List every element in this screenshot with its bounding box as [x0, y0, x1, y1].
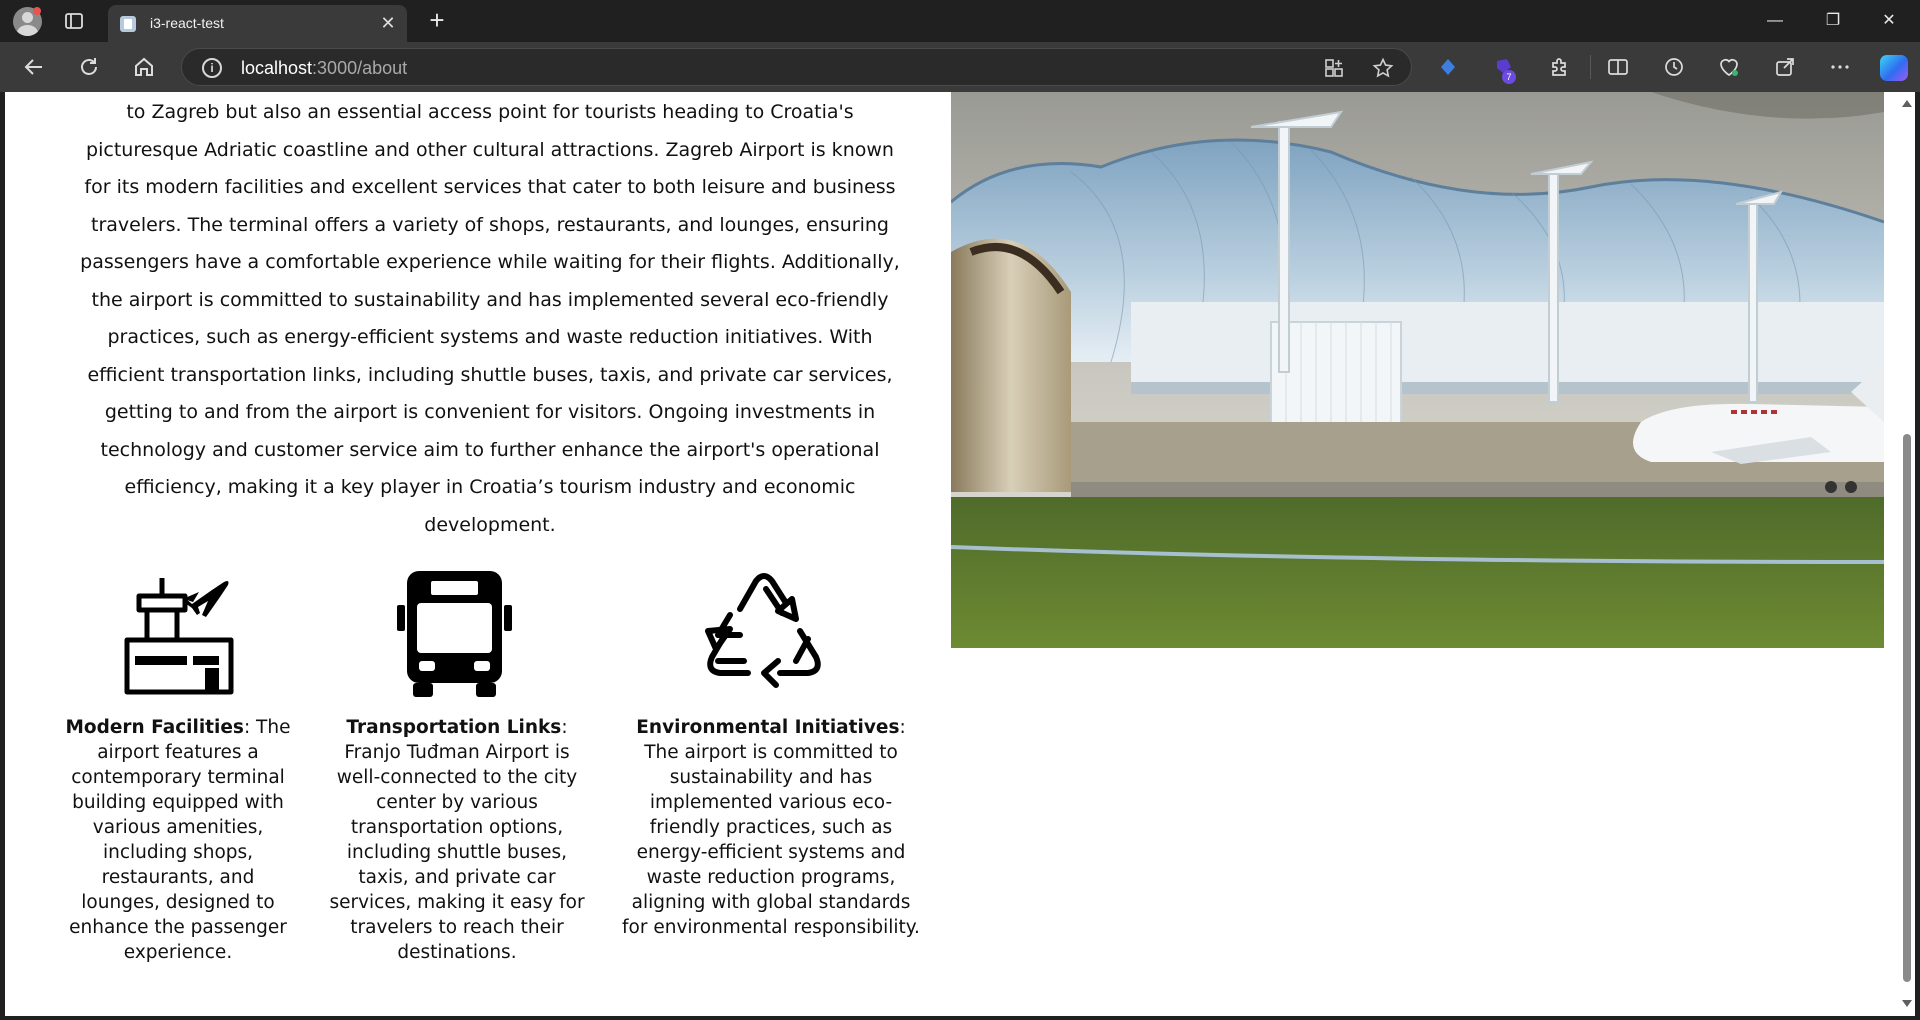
minimize-button[interactable]: —	[1752, 6, 1798, 36]
browser-toolbar: i localhost:3000/about	[0, 42, 1920, 92]
airport-terminal-image	[951, 92, 1884, 648]
tab-active[interactable]: i3-react-test ✕	[108, 5, 407, 42]
tab-title: i3-react-test	[150, 15, 224, 31]
about-intro-paragraph: to Zagreb but also an essential access p…	[80, 101, 900, 536]
tab-close-icon[interactable]: ✕	[379, 14, 397, 32]
page-viewport: to Zagreb but also an essential access p…	[5, 92, 1899, 1016]
scroll-down-arrow-icon[interactable]	[1902, 1000, 1912, 1007]
airport-tower-icon	[124, 578, 234, 695]
tab-favicon-icon	[120, 16, 136, 32]
profile-notification-dot	[33, 7, 41, 15]
feature-title: Environmental Initiatives	[636, 717, 900, 738]
extensions-puzzle-icon[interactable]	[1547, 55, 1571, 79]
home-icon[interactable]	[132, 55, 156, 79]
feature-modern-facilities: Modern Facilities: The airport features …	[63, 715, 293, 965]
extension-blue-icon[interactable]	[1436, 55, 1460, 79]
feature-description: : The airport features a contemporary te…	[69, 717, 291, 963]
scrollbar-thumb[interactable]	[1903, 434, 1911, 982]
browser-essentials-icon[interactable]	[1717, 55, 1741, 79]
url-text[interactable]: localhost:3000/about	[241, 58, 407, 79]
feature-transportation-links: Transportation Links: Franjo Tuđman Airp…	[323, 715, 591, 965]
site-info-icon[interactable]: i	[202, 58, 222, 78]
toolbar-separator	[1590, 55, 1591, 79]
feature-environmental-initiatives: Environmental Initiatives: The airport i…	[622, 715, 920, 940]
share-icon[interactable]	[1773, 55, 1797, 79]
browser-titlebar: i3-react-test ✕ + — ❐ ✕	[0, 0, 1920, 42]
feature-title: Modern Facilities	[65, 717, 244, 738]
feature-title: Transportation Links	[346, 717, 562, 738]
bus-icon	[397, 571, 512, 697]
more-options-icon[interactable]	[1828, 55, 1852, 79]
tab-actions-icon[interactable]	[64, 11, 84, 31]
app-available-icon[interactable]	[1323, 57, 1345, 79]
url-path: :3000/about	[312, 58, 408, 78]
back-icon[interactable]	[22, 55, 46, 79]
favorite-star-icon[interactable]	[1372, 57, 1394, 79]
address-bar[interactable]: i localhost:3000/about	[181, 48, 1412, 86]
restore-button[interactable]: ❐	[1810, 6, 1856, 36]
refresh-icon[interactable]	[77, 55, 101, 79]
page-scrollbar[interactable]	[1899, 92, 1915, 1016]
feature-description: : The airport is committed to sustainabi…	[622, 717, 920, 938]
close-window-button[interactable]: ✕	[1866, 6, 1912, 36]
url-host: localhost	[241, 58, 313, 78]
scroll-up-arrow-icon[interactable]	[1902, 100, 1912, 107]
split-screen-icon[interactable]	[1606, 55, 1630, 79]
history-icon[interactable]	[1662, 55, 1686, 79]
new-tab-button[interactable]: +	[424, 7, 450, 33]
extension-badge: 7	[1502, 70, 1516, 84]
recycle-icon	[705, 573, 821, 688]
copilot-icon[interactable]	[1880, 55, 1908, 81]
feature-description: : Franjo Tuđman Airport is well-connecte…	[329, 717, 585, 963]
